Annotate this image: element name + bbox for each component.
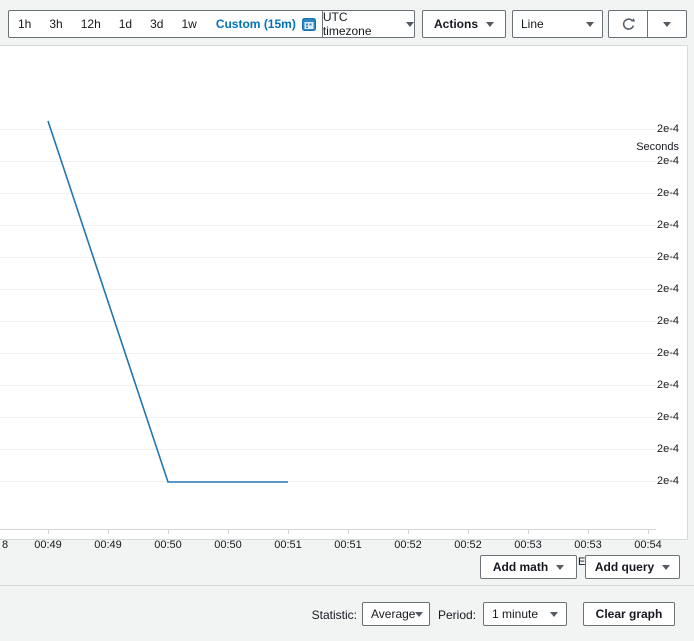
actions-label: Actions xyxy=(434,17,478,31)
caret-down-icon xyxy=(556,565,564,570)
time-range-1d[interactable]: 1d xyxy=(110,17,141,31)
timezone-label: UTC timezone xyxy=(323,10,398,38)
custom-time-range-label: Custom (15m) xyxy=(216,17,296,31)
caret-down-icon xyxy=(486,22,494,27)
statistic-select[interactable]: Average xyxy=(362,602,430,626)
metric-chart-panel: Seconds 2e-42e-42e-42e-42e-42e-42e-42e-4… xyxy=(0,45,688,540)
calendar-icon xyxy=(302,17,316,31)
period-value: 1 minute xyxy=(492,607,538,621)
time-range-12h[interactable]: 12h xyxy=(72,17,110,31)
add-query-button[interactable]: Add query xyxy=(585,555,680,579)
clear-graph-label: Clear graph xyxy=(596,607,663,621)
chart-type-label: Line xyxy=(521,17,544,31)
caret-down-icon xyxy=(663,22,671,27)
line-chart[interactable] xyxy=(0,46,689,541)
caret-down-icon xyxy=(406,22,414,27)
time-range-3d[interactable]: 3d xyxy=(141,17,172,31)
period-select[interactable]: 1 minute xyxy=(483,602,567,626)
caret-down-icon xyxy=(415,612,423,617)
time-range-1w[interactable]: 1w xyxy=(172,17,205,31)
caret-down-icon xyxy=(662,565,670,570)
time-range-buttons: 1h3h12h1d3d1w xyxy=(9,17,206,31)
statistic-label: Statistic: xyxy=(305,608,357,622)
chart-type-dropdown[interactable]: Line xyxy=(512,10,603,38)
refresh-button[interactable] xyxy=(609,11,647,37)
caret-down-icon xyxy=(586,22,594,27)
statistic-value: Average xyxy=(371,607,415,621)
time-range-1h[interactable]: 1h xyxy=(9,17,40,31)
refresh-icon xyxy=(621,17,636,32)
add-query-label: Add query xyxy=(595,560,654,574)
caret-down-icon xyxy=(550,612,558,617)
refresh-options-dropdown[interactable] xyxy=(647,11,686,37)
custom-time-range-button[interactable]: Custom (15m) xyxy=(206,17,322,31)
period-label: Period: xyxy=(438,608,476,622)
endpoint-latency-line xyxy=(48,121,288,482)
time-range-toolbar: 1h3h12h1d3d1w Custom (15m) UTC timezone xyxy=(8,10,415,38)
time-range-3h[interactable]: 3h xyxy=(40,17,71,31)
clear-graph-button[interactable]: Clear graph xyxy=(583,602,675,626)
timezone-dropdown[interactable]: UTC timezone xyxy=(323,11,414,37)
add-math-button[interactable]: Add math xyxy=(480,555,577,579)
refresh-button-group xyxy=(608,10,687,38)
footer-divider xyxy=(0,585,694,586)
add-math-label: Add math xyxy=(493,560,548,574)
actions-dropdown[interactable]: Actions xyxy=(422,10,506,38)
